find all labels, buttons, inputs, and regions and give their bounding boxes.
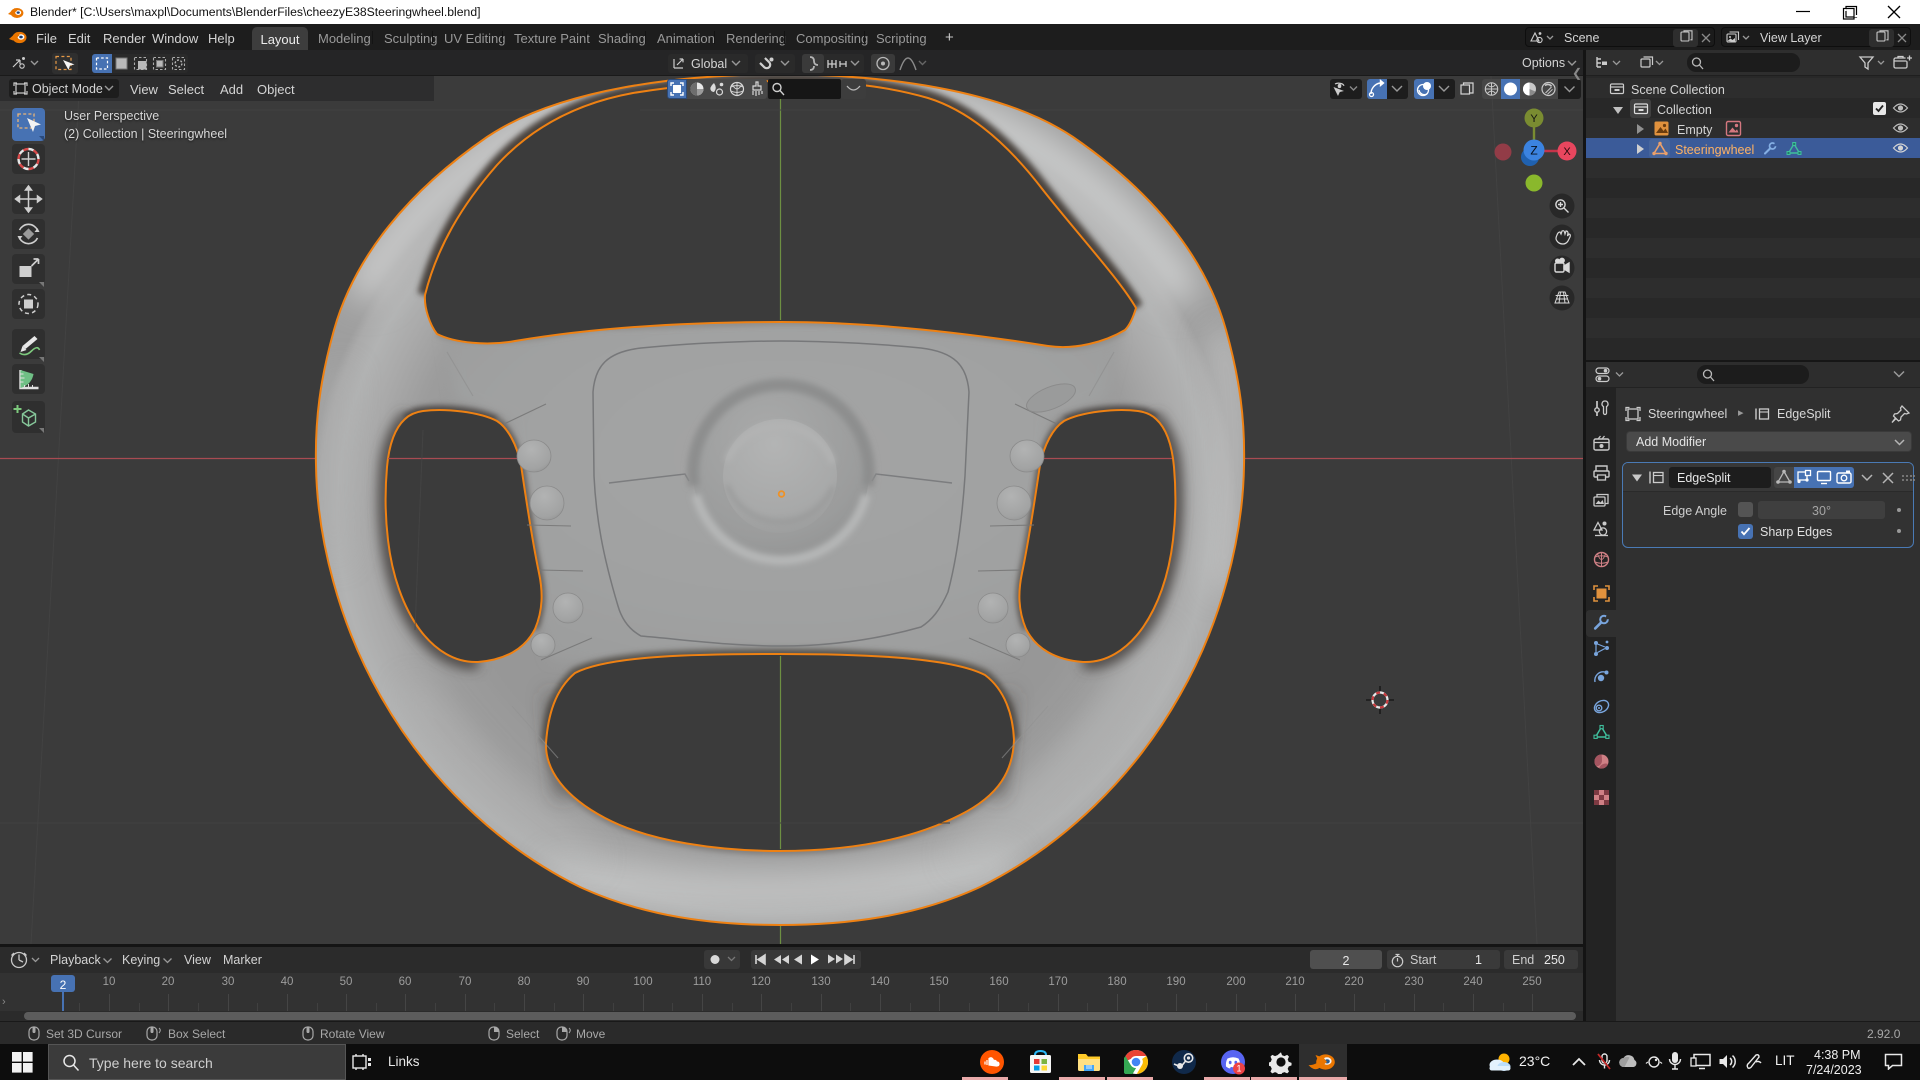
svg-text:X: X: [1563, 146, 1571, 158]
svg-text:Z: Z: [1530, 144, 1537, 158]
svg-text:Y: Y: [1530, 113, 1538, 125]
svg-text:1: 1: [1236, 1064, 1241, 1074]
